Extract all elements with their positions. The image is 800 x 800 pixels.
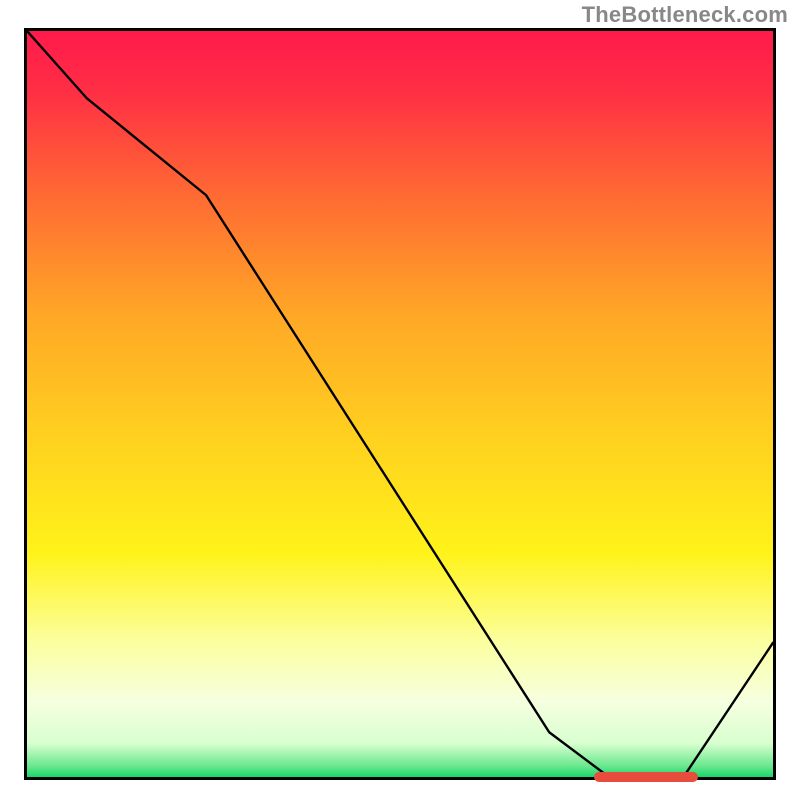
chart-frame [24, 28, 776, 780]
chart-surface [27, 31, 773, 777]
watermark-text: TheBottleneck.com [582, 2, 788, 28]
optimal-range-marker [594, 772, 698, 782]
chart-background [27, 31, 773, 777]
